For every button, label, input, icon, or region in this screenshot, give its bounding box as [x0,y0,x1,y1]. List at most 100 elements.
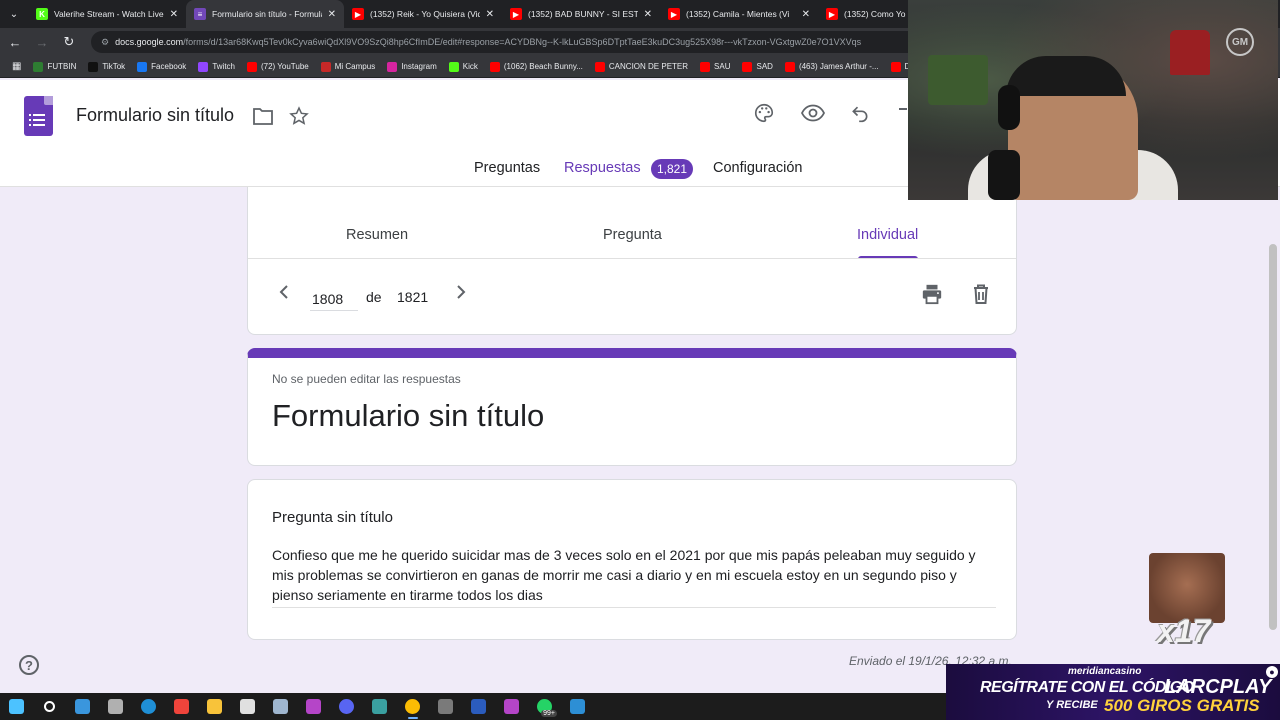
taskbar-word-button[interactable] [462,693,495,720]
help-question-icon[interactable]: ? [19,655,39,675]
taskbar-app-g-button[interactable] [231,693,264,720]
taskbar-onenote2-button[interactable] [495,693,528,720]
taskbar-anydesk-button[interactable] [165,693,198,720]
reload-icon[interactable]: ↻ [57,30,81,54]
tab-favicon-icon: ▶ [668,8,680,20]
taskbar-whatsapp-button[interactable]: 99+ [528,693,561,720]
bookmark-item[interactable]: Mi Campus [320,61,375,72]
taskbar-discord-button[interactable] [330,693,363,720]
bookmark-favicon-icon [387,61,398,72]
subtab-pregunta[interactable]: Pregunta [603,227,662,243]
bookmark-item[interactable]: Facebook [137,61,186,72]
tab-close-icon[interactable]: ✕ [328,9,336,20]
edge-icon [141,699,156,714]
taskbar-start-button[interactable] [0,693,33,720]
bookmark-item[interactable]: Instagram [387,61,437,72]
store-icon [75,699,90,714]
photos-icon [570,699,585,714]
tab-preguntas[interactable]: Preguntas [474,160,540,186]
subtab-individual[interactable]: Individual [857,227,918,243]
taskbar-onenote-button[interactable] [297,693,330,720]
tab-close-icon[interactable]: ✕ [802,9,810,20]
page-scrollbar-thumb[interactable] [1269,244,1277,630]
bookmark-item[interactable]: SAD [742,61,773,72]
bookmark-item[interactable]: FUTBIN [33,61,76,72]
document-title[interactable]: Formulario sin título [76,105,234,126]
bookmark-item[interactable]: Twitch [198,61,235,72]
undo-icon[interactable] [850,103,870,123]
address-bar[interactable]: ⚙ docs.google.com/forms/d/13ar68Kwq5Tev0… [91,31,921,53]
folder-icon[interactable] [253,107,273,125]
browser-tab[interactable]: ≡ Formulario sin título - Formular ✕ [186,0,344,28]
bookmark-item[interactable]: (463) James Arthur -... [784,61,879,72]
browser-tab[interactable]: ▶ (1352) Camila - Mientes (Vi ✕ [660,0,818,28]
back-arrow-icon[interactable]: ← [3,30,27,54]
app-g-icon [240,699,255,714]
response-number-input[interactable]: 1808 [310,289,358,311]
tab-search-chevron-icon[interactable]: ⌄ [0,0,28,28]
taskbar-app-bat-button[interactable] [99,693,132,720]
taskbar-calculator-button[interactable] [429,693,462,720]
form-title-card: No se pueden editar las respuestas Formu… [247,348,1017,466]
taskbar-explorer-button[interactable] [198,693,231,720]
browser-tab[interactable]: ▶ (1352) BAD BUNNY - SI ESTUVI ✕ [502,0,660,28]
site-info-icon[interactable]: ⚙ [101,37,109,48]
bookmark-item[interactable]: CANCION DE PETER [594,61,688,72]
bookmark-item[interactable]: (72) YouTube [246,61,309,72]
taskbar-search-button[interactable] [33,693,66,720]
taskbar-app-steam-button[interactable] [264,693,297,720]
bookmark-item[interactable]: (1062) Beach Bunny... [489,61,583,72]
tab-close-icon[interactable]: ✕ [644,9,652,20]
apps-grid-icon[interactable]: ▦ [12,61,21,72]
tab-close-icon[interactable]: ✕ [170,9,178,20]
whatsapp-unread-count: 99+ [541,710,557,717]
tab-configuracion[interactable]: Configuración [713,160,802,186]
search-icon [44,701,55,712]
bookmark-label: SAD [756,62,773,71]
bookmark-favicon-icon [137,61,148,72]
onenote2-icon [504,699,519,714]
forward-arrow-icon[interactable]: → [30,30,54,54]
responses-view-card: Resumen Pregunta Individual 1808 de 1821 [247,187,1017,335]
bookmark-favicon-icon [489,61,500,72]
browser-tab[interactable]: ▶ (1352) Reik - Yo Quisiera (Vide ✕ [344,0,502,28]
app-bat-icon [108,699,123,714]
taskbar-chrome-button[interactable] [396,693,429,720]
calculator-icon [438,699,453,714]
google-forms-logo-icon[interactable] [24,96,53,136]
palette-icon[interactable] [753,102,775,124]
bookmark-favicon-icon [700,61,711,72]
webcam-channel-logo: GM [1226,28,1254,56]
tab-favicon-icon: K [36,8,48,20]
taskbar-store-button[interactable] [66,693,99,720]
previous-response-chevron-icon[interactable] [277,284,291,300]
webcam-shelf-decoration [928,55,988,105]
taskbar-edge-button[interactable] [132,693,165,720]
form-title: Formulario sin título [272,398,545,433]
star-icon[interactable] [289,106,309,126]
start-icon [9,699,24,714]
emote-count: x17 [1157,613,1211,649]
bookmark-item[interactable]: TikTok [88,61,125,72]
bookmark-item[interactable]: SAU [700,61,730,72]
chat-emote-overlay: x17 [1149,553,1225,653]
preview-eye-icon[interactable] [801,104,825,122]
next-response-chevron-icon[interactable] [454,284,468,300]
bookmark-favicon-icon [320,61,331,72]
taskbar-app-circle-button[interactable] [363,693,396,720]
response-answer-text: Confieso que me he querido suicidar mas … [272,545,996,608]
browser-tab[interactable]: K Valerihe Stream - Watch Live on ✕ [28,0,186,28]
print-icon[interactable] [921,283,943,305]
subtab-resumen[interactable]: Resumen [346,227,408,243]
taskbar-photos-button[interactable] [561,693,594,720]
windows-taskbar: 99+ [0,693,946,720]
responses-count-badge: 1,821 [651,159,694,179]
tab-close-icon[interactable]: ✕ [486,9,494,20]
streamer-webcam-overlay: GM [908,0,1278,200]
banner-close-icon[interactable]: ● [1266,666,1278,678]
webcam-person-cap [1006,56,1126,96]
bookmark-item[interactable]: Kick [448,61,478,72]
tab-respuestas[interactable]: Respuestas [554,160,653,192]
bookmark-label: (1062) Beach Bunny... [503,62,583,71]
delete-trash-icon[interactable] [971,283,991,305]
